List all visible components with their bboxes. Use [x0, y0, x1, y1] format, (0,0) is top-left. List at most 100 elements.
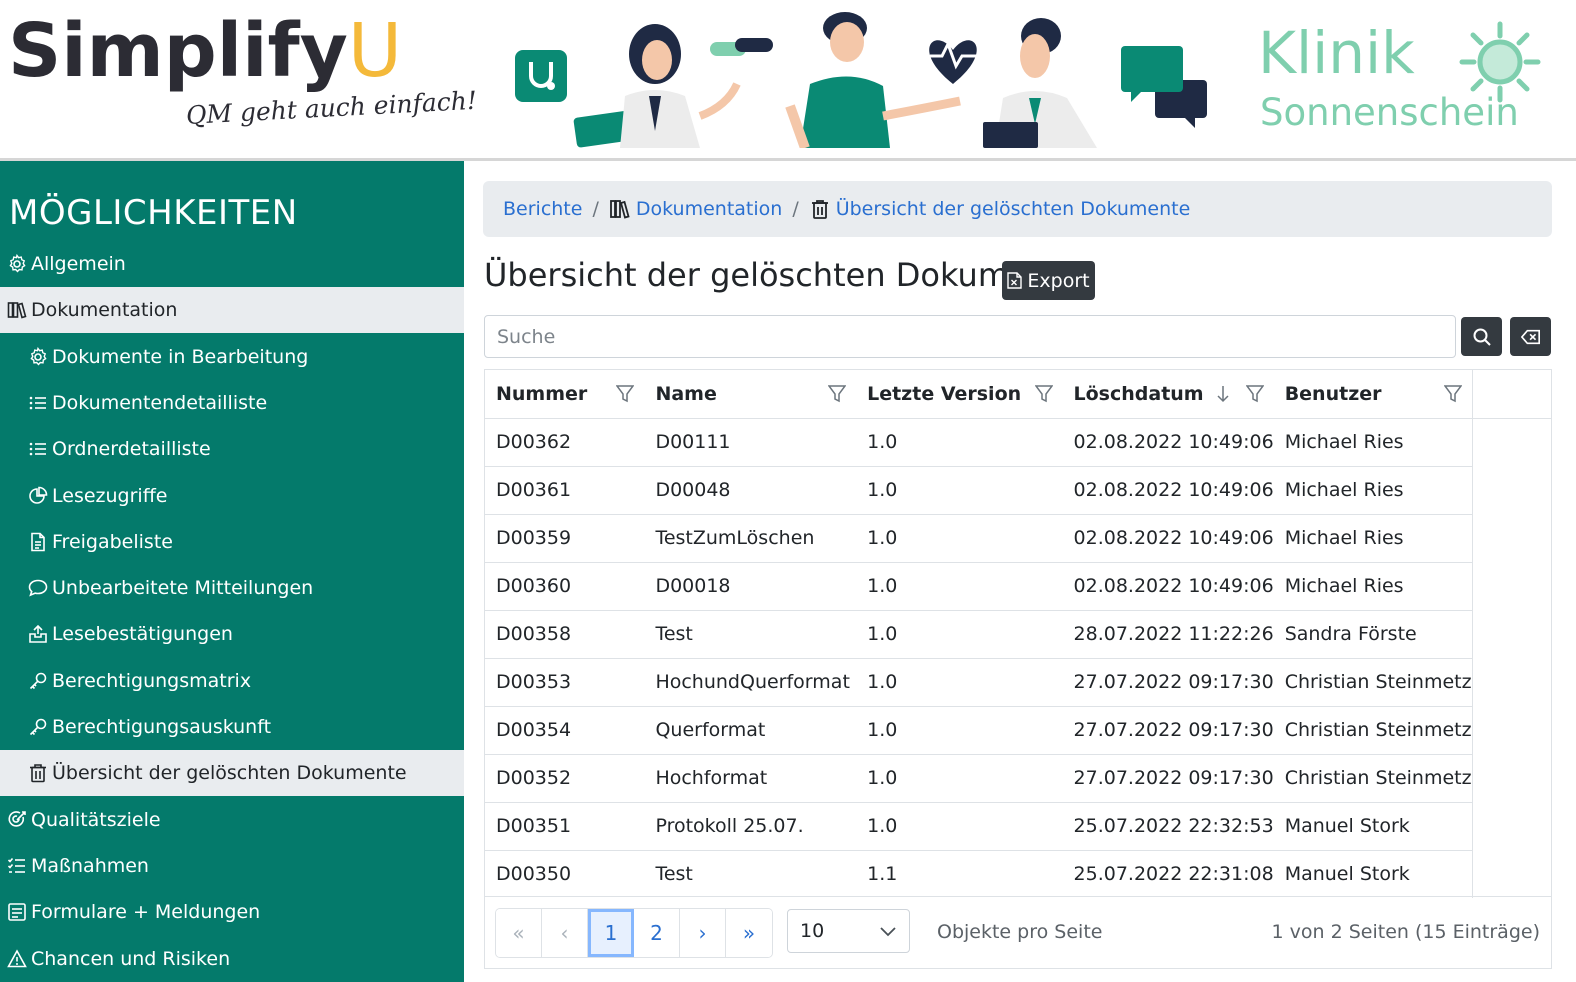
- sidebar-item-dokumentendetailliste[interactable]: Dokumentendetailliste: [0, 380, 464, 426]
- sidebar-item-qualitätsziele[interactable]: Qualitätsziele: [0, 797, 464, 843]
- sidebar-item-übersicht-der-gelöschten-dokumente[interactable]: Übersicht der gelöschten Dokumente: [0, 750, 464, 796]
- search-input[interactable]: [484, 315, 1456, 358]
- cell-name: D00111: [644, 418, 857, 467]
- cell-spacer: [1471, 466, 1551, 514]
- table-row[interactable]: D00351 Protokoll 25.07. 1.0 25.07.2022 22:3…: [485, 802, 1551, 851]
- sidebar-item-maßnahmen[interactable]: Maßnahmen: [0, 843, 464, 889]
- page-title: Übersicht der gelöschten Dokumente: [484, 256, 1082, 294]
- sidebar-item-freigabeliste[interactable]: Freigabeliste: [0, 519, 464, 565]
- export-button[interactable]: Export: [1002, 261, 1095, 300]
- next-page-button[interactable]: ›: [680, 909, 726, 957]
- sidebar-item-chancen-und-risiken[interactable]: Chancen und Risiken: [0, 936, 464, 982]
- sidebar-item-label: Berechtigungsauskunft: [52, 716, 272, 738]
- table-row[interactable]: D00359 TestZumLöschen 1.0 02.08.2022 10:49:…: [485, 514, 1551, 563]
- table-row[interactable]: D00353 HochundQuerformat 1.0 27.07.2022 09:…: [485, 658, 1551, 707]
- breadcrumb-label: Übersicht der gelöschten Dokumente: [835, 198, 1191, 220]
- table-header-row: Nummer Name Letzte Version Löschdatum Be…: [485, 370, 1551, 419]
- column-header-benutzer[interactable]: Benutzer: [1273, 370, 1473, 419]
- cell-benutzer: Michael Ries: [1273, 562, 1473, 611]
- sidebar-item-label: Übersicht der gelöschten Dokumente: [52, 762, 407, 784]
- cell-nummer: D00352: [485, 754, 645, 803]
- pagination: « ‹ 1 2 › »: [495, 908, 773, 958]
- sort-descending-icon[interactable]: [1214, 384, 1232, 404]
- table-row[interactable]: D00362 D00111 1.0 02.08.2022 10:49:06 Michae…: [485, 418, 1551, 467]
- table-row[interactable]: D00350 Test 1.1 25.07.2022 22:31:08 Manuel S…: [485, 850, 1551, 898]
- filter-icon[interactable]: [616, 384, 635, 404]
- cell-spacer: [1471, 418, 1551, 466]
- gear-icon: [28, 347, 48, 367]
- column-label: Benutzer: [1284, 382, 1382, 405]
- cell-letzte-version: 1.0: [856, 610, 1063, 659]
- clear-search-button[interactable]: [1510, 317, 1551, 356]
- breadcrumb-item-current[interactable]: Übersicht der gelöschten Dokumente: [809, 198, 1191, 220]
- column-header-nummer[interactable]: Nummer: [485, 370, 645, 419]
- page-1-button[interactable]: 1: [588, 909, 634, 957]
- medical-staff-illustration: [515, 12, 1207, 148]
- sidebar-item-label: Berechtigungsmatrix: [52, 670, 252, 692]
- sidebar-item-dokumente-in-bearbeitung[interactable]: Dokumente in Bearbeitung: [0, 334, 464, 380]
- sidebar-item-allgemein[interactable]: Allgemein: [0, 241, 464, 287]
- cell-name: Hochformat: [644, 754, 857, 803]
- filter-icon[interactable]: [1034, 384, 1053, 404]
- sidebar-item-lesebestätigungen[interactable]: Lesebestätigungen: [0, 611, 464, 657]
- table-row[interactable]: D00358 Test 1.0 28.07.2022 11:22:26 Sandra F…: [485, 610, 1551, 659]
- pie-chart-icon: [28, 486, 48, 506]
- sidebar-item-label: Unbearbeitete Mitteilungen: [52, 577, 314, 599]
- brand-logo[interactable]: SimplifyU: [8, 14, 402, 88]
- sidebar-item-berechtigungsauskunft[interactable]: Berechtigungsauskunft: [0, 704, 464, 750]
- sidebar-item-berechtigungsmatrix[interactable]: Berechtigungsmatrix: [0, 658, 464, 704]
- cell-name: D00018: [644, 562, 857, 611]
- search-button[interactable]: [1461, 317, 1502, 356]
- table-row[interactable]: D00361 D00048 1.0 02.08.2022 10:49:06 Michae…: [485, 466, 1551, 515]
- table-footer: « ‹ 1 2 › » 10 Objekte pro Seite 1 von 2…: [484, 896, 1552, 969]
- cell-spacer: [1471, 610, 1551, 658]
- key-icon: [28, 717, 48, 737]
- filter-icon[interactable]: [1443, 384, 1462, 404]
- table-row[interactable]: D00354 Querformat 1.0 27.07.2022 09:17:30 Ch…: [485, 706, 1551, 755]
- table-row[interactable]: D00360 D00018 1.0 02.08.2022 10:49:06 Michae…: [485, 562, 1551, 611]
- sidebar-item-label: Dokumentendetailliste: [52, 392, 268, 414]
- sidebar-item-lesezugriffe[interactable]: Lesezugriffe: [0, 473, 464, 519]
- per-page-label: Objekte pro Seite: [937, 921, 1103, 943]
- app-header: SimplifyU QM geht auch einfach! Klinik S…: [0, 0, 1576, 161]
- breadcrumb-item-berichte[interactable]: Berichte: [503, 198, 582, 220]
- inbox-icon: [28, 624, 48, 644]
- clinic-logo: Klinik Sonnenschein: [1258, 19, 1558, 144]
- sidebar-item-unbearbeitete-mitteilungen[interactable]: Unbearbeitete Mitteilungen: [0, 565, 464, 611]
- page-info: 1 von 2 Seiten (15 Einträge): [1271, 921, 1540, 943]
- sidebar-item-ordnerdetailliste[interactable]: Ordnerdetailliste: [0, 426, 464, 472]
- breadcrumb-item-dokumentation[interactable]: Dokumentation: [609, 198, 782, 220]
- breadcrumb: Berichte / Dokumentation / Übersicht der…: [483, 181, 1552, 237]
- page-2-button[interactable]: 2: [634, 909, 680, 957]
- gear-icon: [7, 254, 27, 274]
- sidebar-item-label: Chancen und Risiken: [31, 948, 231, 970]
- chat-icon: [28, 578, 48, 598]
- column-header-letzte-version[interactable]: Letzte Version: [856, 370, 1063, 419]
- books-icon: [7, 300, 27, 320]
- sidebar-item-dokumentation[interactable]: Dokumentation: [0, 287, 464, 333]
- cell-nummer: D00353: [485, 658, 645, 707]
- table-row[interactable]: D00352 Hochformat 1.0 27.07.2022 09:17:30 Ch…: [485, 754, 1551, 803]
- cell-spacer: [1471, 850, 1551, 898]
- column-header-name[interactable]: Name: [644, 370, 857, 419]
- page-size-select[interactable]: 10: [787, 909, 910, 953]
- clinic-name-line1: Klinik: [1258, 19, 1415, 87]
- sidebar-heading: MÖGLICHKEITEN: [9, 193, 298, 233]
- cell-nummer: D00361: [485, 466, 645, 515]
- cell-benutzer: Christian Steinmetz: [1273, 658, 1473, 707]
- last-page-button[interactable]: »: [726, 909, 772, 957]
- filter-icon[interactable]: [1245, 384, 1264, 404]
- breadcrumb-separator: /: [792, 198, 799, 220]
- previous-page-button[interactable]: ‹: [542, 909, 588, 957]
- column-header-loeschdatum[interactable]: Löschdatum: [1062, 370, 1274, 419]
- cell-nummer: D00358: [485, 610, 645, 659]
- cell-spacer: [1471, 802, 1551, 850]
- sidebar-item-formulare-meldungen[interactable]: Formulare + Meldungen: [0, 889, 464, 935]
- deleted-documents-table: Nummer Name Letzte Version Löschdatum Be…: [484, 369, 1552, 969]
- cell-benutzer: Michael Ries: [1273, 514, 1473, 563]
- cell-loeschdatum: 02.08.2022 10:49:06: [1062, 418, 1274, 467]
- first-page-button[interactable]: «: [496, 909, 542, 957]
- page-size-value: 10: [800, 920, 825, 942]
- filter-icon[interactable]: [828, 384, 847, 404]
- cell-nummer: D00359: [485, 514, 645, 563]
